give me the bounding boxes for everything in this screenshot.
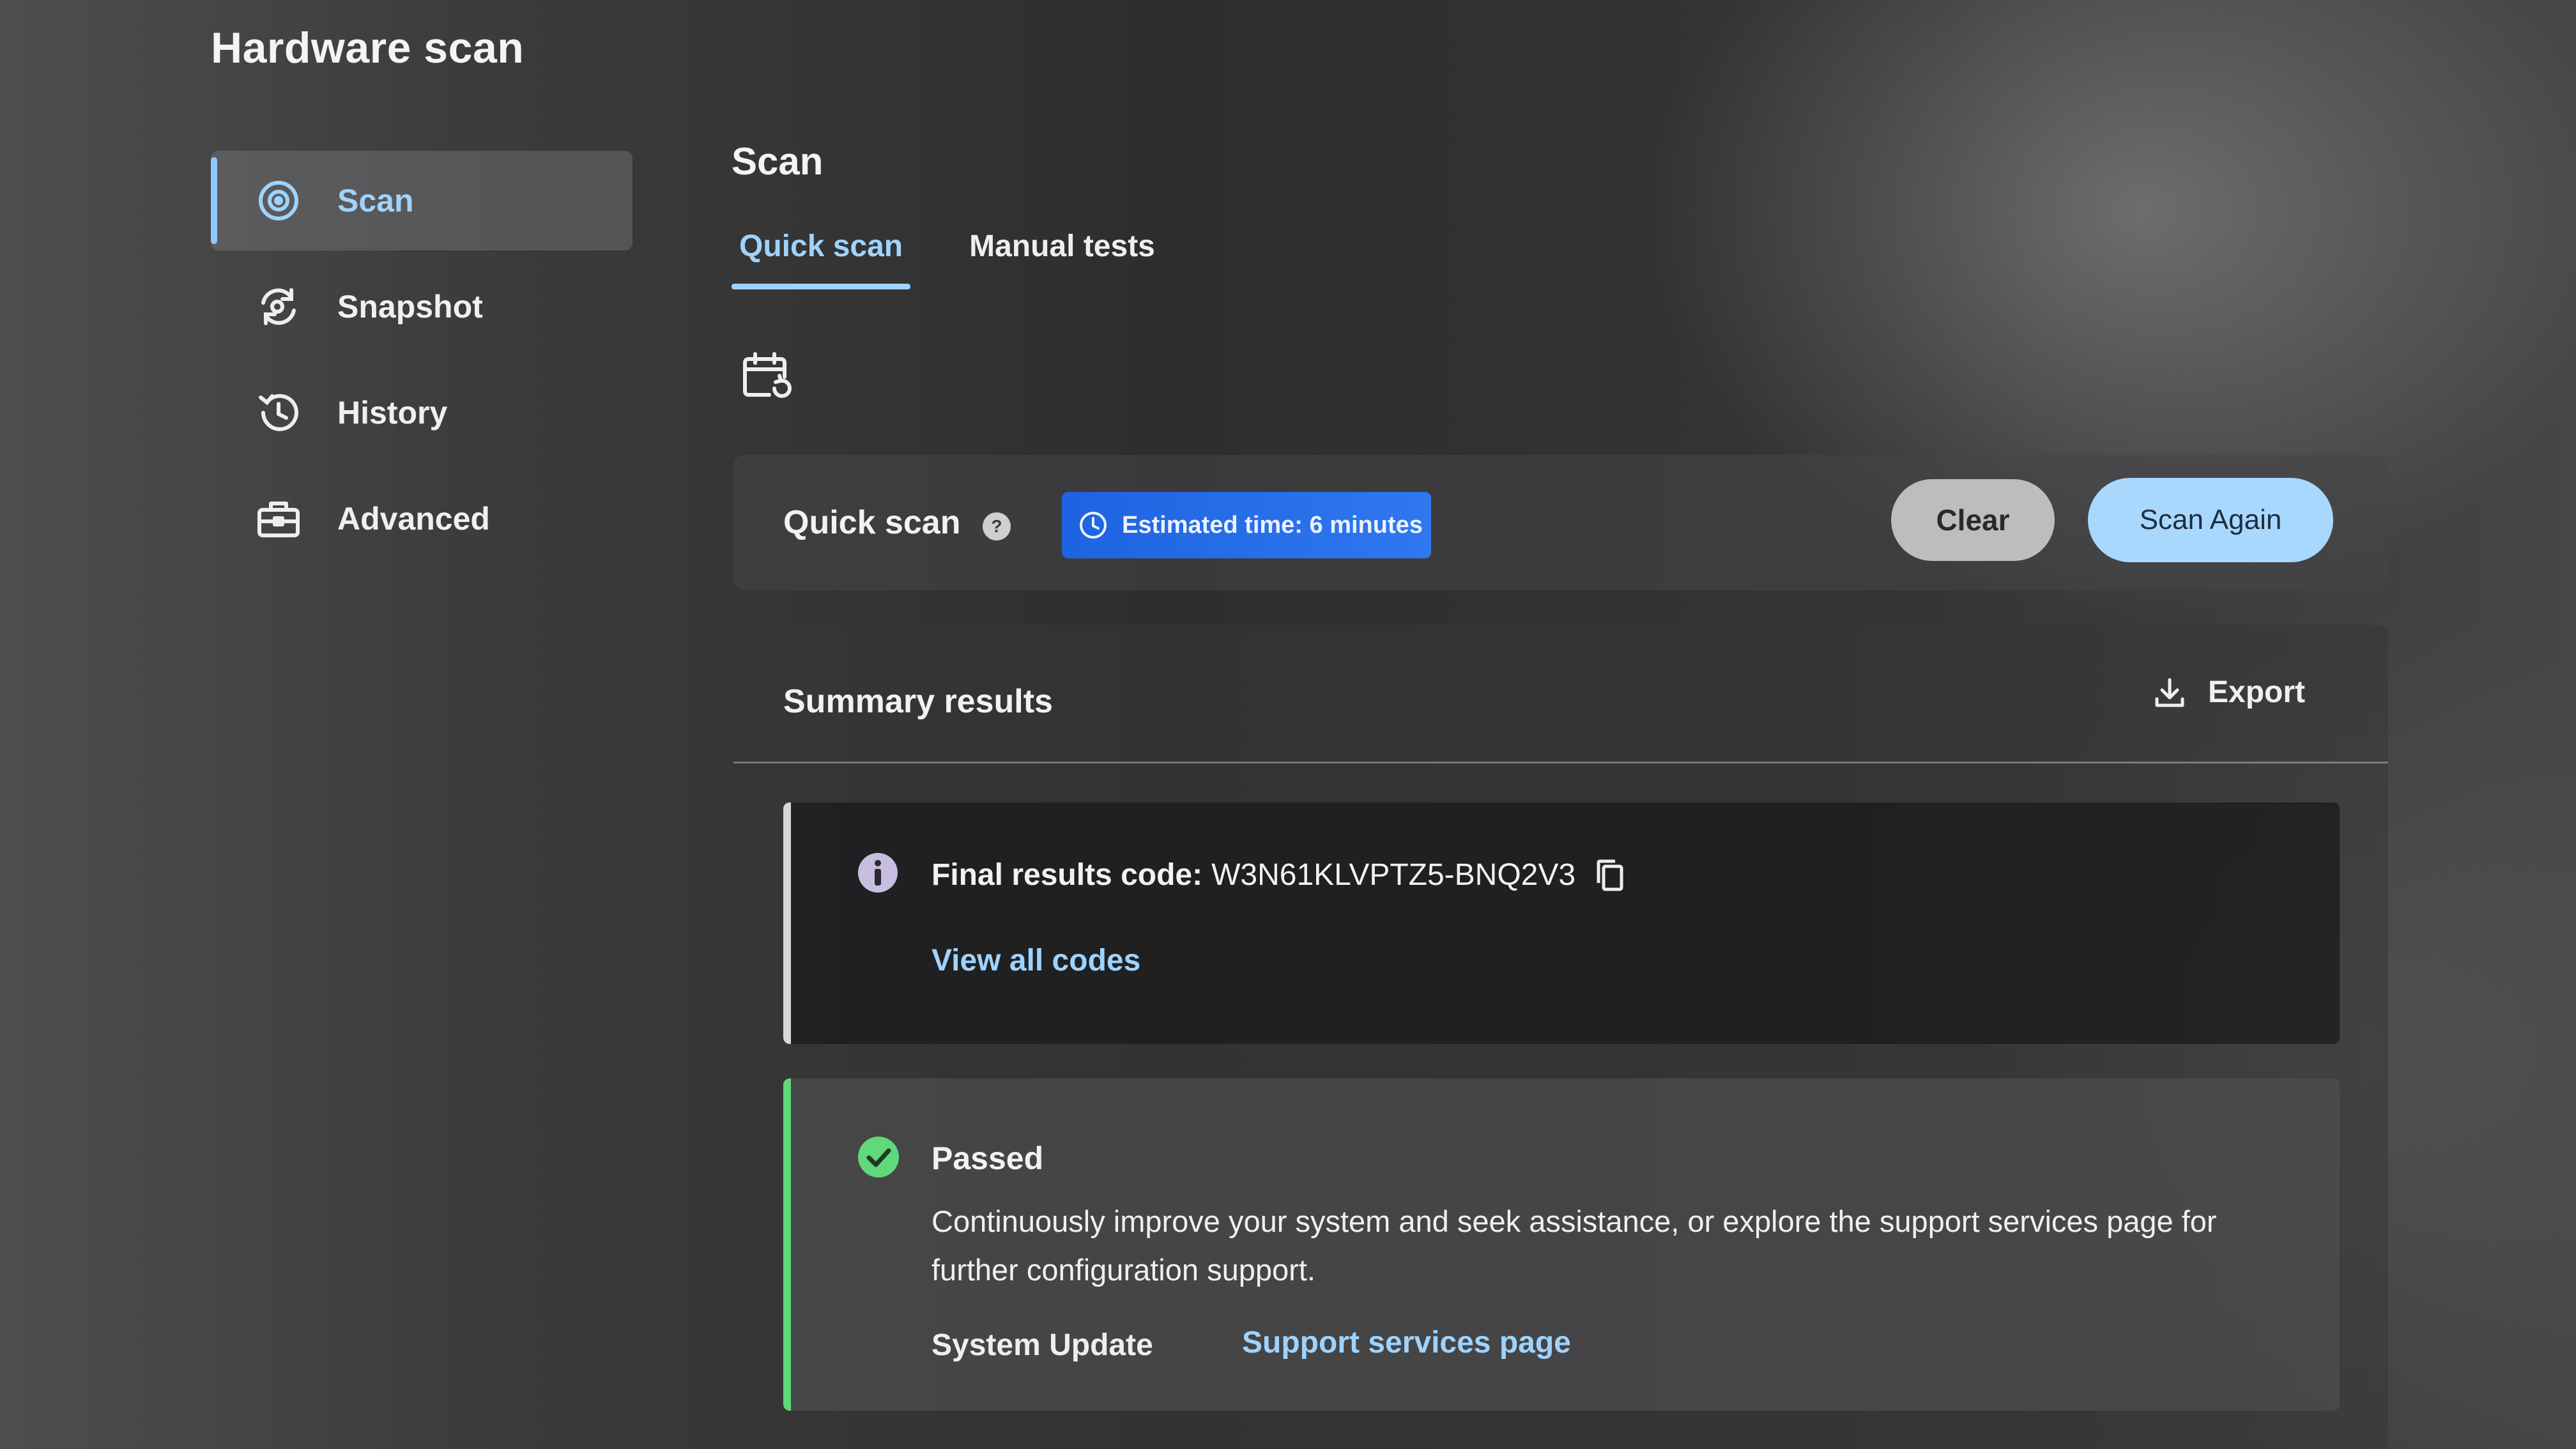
tab-manual-tests[interactable]: Manual tests: [962, 224, 1163, 289]
sidebar-item-advanced[interactable]: Advanced: [211, 469, 632, 569]
results-code-label: Final results code:: [931, 858, 1203, 892]
divider: [733, 762, 2388, 763]
history-icon: [256, 390, 302, 436]
sidebar-item-snapshot[interactable]: Snapshot: [211, 257, 632, 356]
calendar-refresh-icon[interactable]: [741, 351, 795, 405]
summary-results-panel: Summary results Export Final results cod…: [733, 625, 2388, 1449]
copy-icon[interactable]: [1595, 859, 1625, 892]
clock-icon: [1080, 512, 1107, 539]
clear-button[interactable]: Clear: [1891, 479, 2055, 561]
sidebar-item-label: History: [337, 395, 448, 431]
toolbox-icon: [256, 496, 302, 542]
results-code-value: W3N61KLVPTZ5-BNQ2V3: [1211, 858, 1576, 892]
passed-result-card: Passed Continuously improve your system …: [783, 1078, 2340, 1411]
help-icon[interactable]: ?: [981, 511, 1012, 542]
sidebar-item-label: Snapshot: [337, 289, 483, 325]
page-title: Scan: [732, 140, 824, 183]
scan-target-icon: [256, 178, 302, 224]
sidebar-item-history[interactable]: History: [211, 363, 632, 463]
status-title: Passed: [931, 1140, 1044, 1176]
info-icon: [856, 851, 900, 894]
export-button[interactable]: Export: [2153, 675, 2305, 710]
snapshot-icon: [256, 284, 302, 330]
app-title: Hardware scan: [211, 24, 525, 72]
tab-bar: Quick scan Manual tests: [732, 224, 1214, 289]
results-code-line: Final results code: W3N61KLVPTZ5-BNQ2V3: [931, 857, 1625, 893]
estimated-time-text: Estimated time: 6 minutes: [1122, 511, 1423, 539]
tab-quick-scan[interactable]: Quick scan: [732, 224, 911, 289]
download-icon: [2155, 678, 2184, 707]
results-code-card: Final results code: W3N61KLVPTZ5-BNQ2V3 …: [783, 802, 2340, 1044]
sidebar-item-label: Scan: [337, 183, 414, 218]
summary-title: Summary results: [783, 683, 1053, 720]
support-services-link[interactable]: Support services page: [1242, 1325, 1571, 1360]
check-circle-icon: [856, 1135, 901, 1179]
scan-again-button[interactable]: Scan Again: [2088, 478, 2333, 562]
system-update-link[interactable]: System Update: [931, 1328, 1153, 1363]
export-label: Export: [2207, 675, 2305, 709]
estimated-time-badge: Estimated time: 6 minutes: [1062, 492, 1431, 558]
status-description: Continuously improve your system and see…: [931, 1204, 2217, 1287]
sidebar-item-scan[interactable]: Scan: [211, 151, 632, 250]
svg-text:?: ?: [991, 516, 1002, 536]
hardware-scan-window: Hardware scan Scan Snapshot History Adva…: [0, 0, 2576, 1449]
sidebar-item-label: Advanced: [337, 501, 490, 537]
sidebar: Scan Snapshot History Advanced: [211, 151, 632, 575]
quick-scan-bar: Quick scan ? Estimated time: 6 minutes C…: [733, 455, 2387, 590]
view-all-codes-link[interactable]: View all codes: [931, 943, 1140, 978]
quick-scan-label: Quick scan: [783, 504, 961, 541]
